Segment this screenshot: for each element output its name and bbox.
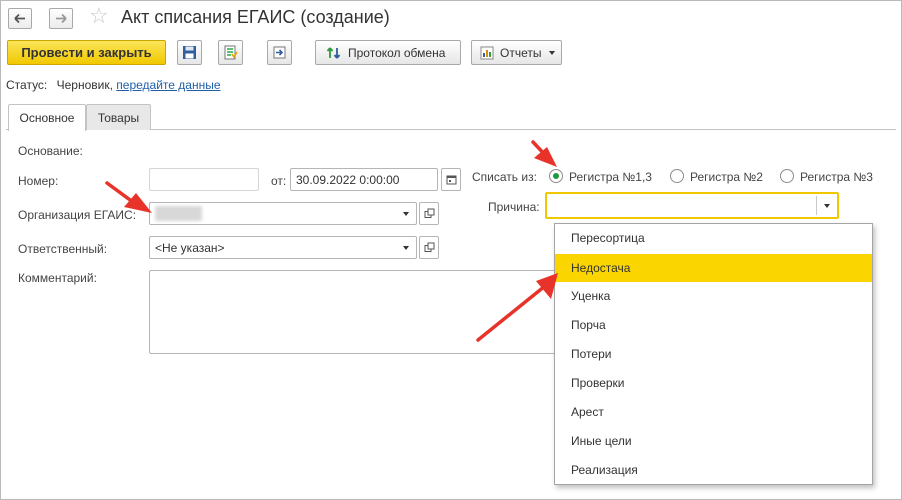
comment-label: Комментарий: bbox=[18, 271, 97, 285]
responsible-open-button[interactable] bbox=[419, 236, 439, 259]
radio-register-1-3[interactable] bbox=[549, 169, 563, 183]
comment-textarea[interactable] bbox=[149, 270, 579, 354]
number-input[interactable] bbox=[149, 168, 259, 191]
reason-option-proverki[interactable]: Проверки bbox=[555, 369, 872, 397]
open-window-icon bbox=[424, 242, 434, 252]
radio-register-3-label: Регистра №3 bbox=[800, 170, 873, 184]
reason-select-divider bbox=[816, 196, 817, 215]
create-based-on-button[interactable] bbox=[267, 40, 292, 65]
reason-option-nedostacha[interactable]: Недостача bbox=[555, 254, 872, 282]
floppy-disk-icon bbox=[183, 46, 196, 59]
radio-register-2[interactable] bbox=[670, 169, 684, 183]
reason-option-arest[interactable]: Арест bbox=[555, 398, 872, 426]
status-prefix: Статус: bbox=[6, 78, 48, 92]
basis-label: Основание: bbox=[18, 144, 83, 158]
radio-register-3[interactable] bbox=[780, 169, 794, 183]
post-and-close-button[interactable]: Провести и закрыть bbox=[7, 40, 166, 65]
post-document-icon bbox=[224, 45, 238, 60]
chevron-down-icon bbox=[549, 51, 555, 55]
tab-main[interactable]: Основное bbox=[8, 104, 86, 131]
responsible-input[interactable]: <Не указан> bbox=[149, 236, 417, 259]
reports-menu-button[interactable]: Отчеты bbox=[471, 40, 562, 65]
favorite-star-icon[interactable]: ☆ bbox=[89, 4, 109, 28]
reason-dropdown-chevron-icon[interactable] bbox=[824, 204, 830, 208]
create-based-on-icon bbox=[273, 46, 286, 59]
org-open-button[interactable] bbox=[419, 202, 439, 225]
window-title: Акт списания ЕГАИС (создание) bbox=[121, 7, 390, 27]
reason-option-porcha[interactable]: Порча bbox=[555, 311, 872, 339]
open-window-icon bbox=[424, 208, 434, 218]
calendar-icon bbox=[446, 175, 456, 185]
exchange-log-button[interactable]: Протокол обмена bbox=[315, 40, 461, 65]
radio-register-2-label: Регистра №2 bbox=[690, 170, 763, 184]
writeoff-from-label: Списать из: bbox=[472, 170, 537, 184]
reason-option-peresortitsa[interactable]: Пересортица bbox=[555, 224, 872, 252]
org-egais-label: Организация ЕГАИС: bbox=[18, 208, 137, 222]
back-button[interactable] bbox=[8, 8, 32, 29]
from-label: от: bbox=[271, 174, 287, 188]
reports-icon bbox=[480, 46, 494, 59]
status-line: Статус: Черновик, передайте данные bbox=[6, 78, 221, 92]
tab-goods[interactable]: Товары bbox=[86, 104, 151, 130]
send-data-link[interactable]: передайте данные bbox=[116, 78, 220, 92]
org-dropdown-chevron-icon[interactable] bbox=[403, 212, 409, 216]
date-input[interactable]: 30.09.2022 0:00:00 bbox=[290, 168, 438, 191]
reports-label: Отчеты bbox=[500, 45, 542, 60]
arrow-left-icon bbox=[14, 13, 25, 24]
exchange-log-label: Протокол обмена bbox=[348, 45, 446, 60]
responsible-label: Ответственный: bbox=[18, 242, 108, 256]
number-label: Номер: bbox=[18, 174, 59, 188]
reason-label: Причина: bbox=[488, 200, 540, 214]
reason-select[interactable] bbox=[545, 192, 839, 219]
reason-option-inye-tseli[interactable]: Иные цели bbox=[555, 427, 872, 455]
reason-option-realizatsiya[interactable]: Реализация bbox=[555, 456, 872, 484]
reason-dropdown-list: Пересортица Недостача Уценка Порча Потер… bbox=[554, 223, 873, 485]
forward-button[interactable] bbox=[49, 8, 73, 29]
radio-register-1-3-label: Регистра №1,3 bbox=[569, 170, 652, 184]
status-value: Черновик, bbox=[56, 78, 113, 92]
responsible-dropdown-chevron-icon[interactable] bbox=[403, 246, 409, 250]
arrow-right-icon bbox=[56, 13, 67, 24]
save-button[interactable] bbox=[177, 40, 202, 65]
calendar-button[interactable] bbox=[441, 168, 461, 191]
post-button[interactable] bbox=[218, 40, 243, 65]
redacted-org-value bbox=[155, 206, 202, 221]
radio-selected-dot bbox=[553, 173, 559, 179]
exchange-arrows-icon bbox=[326, 46, 341, 59]
reason-option-utsenka[interactable]: Уценка bbox=[555, 282, 872, 310]
reason-option-poteri[interactable]: Потери bbox=[555, 340, 872, 368]
